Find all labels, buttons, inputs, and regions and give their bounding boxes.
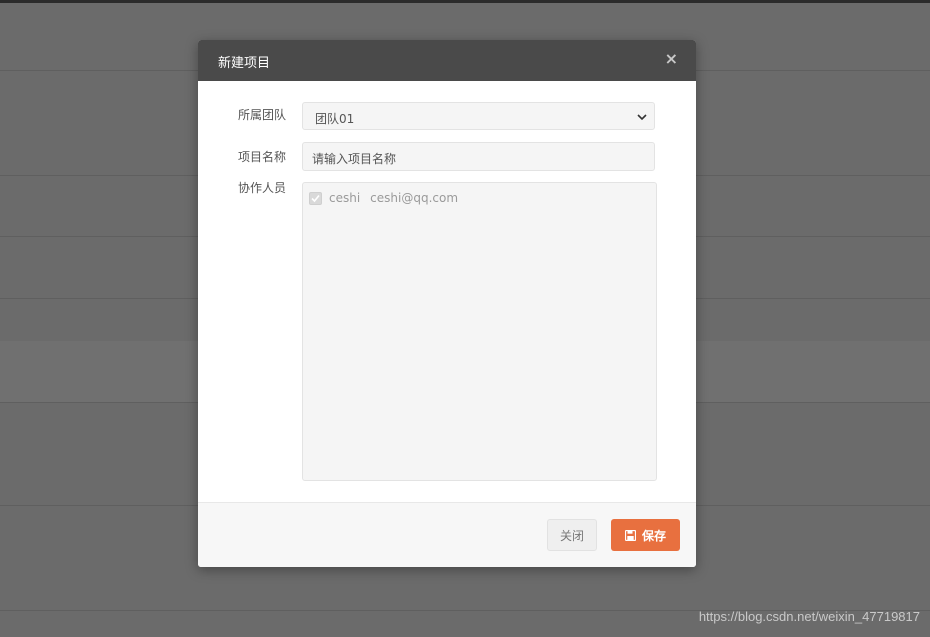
watermark: https://blog.csdn.net/weixin_47719817 [698, 609, 920, 624]
collaborators-label: 协作人员 [238, 181, 287, 195]
dialog-footer: 关闭 保存 [198, 502, 696, 567]
dialog-header: 新建项目 × [198, 40, 696, 81]
member-checkbox[interactable] [309, 191, 322, 205]
team-select-value: 团队01 [315, 112, 355, 126]
floppy-disk-icon [624, 529, 636, 541]
collaborators-list: ceshi ceshi@qq.com [302, 182, 657, 481]
dialog-title: 新建项目 [218, 56, 271, 71]
close-button[interactable]: 关闭 [547, 519, 597, 551]
new-project-dialog: 新建项目 × 所属团队 团队01 项目名称 请输入项目名称 协作人员 ceshi… [198, 40, 696, 567]
save-button[interactable]: 保存 [611, 519, 680, 551]
close-icon[interactable]: × [665, 49, 678, 69]
project-name-input[interactable]: 请输入项目名称 [302, 142, 655, 171]
check-icon [311, 194, 320, 202]
project-name-label: 项目名称 [238, 150, 287, 164]
project-name-value: 请输入项目名称 [312, 152, 397, 166]
team-select[interactable]: 团队01 [302, 102, 655, 130]
close-button-label: 关闭 [559, 528, 584, 543]
save-button-label: 保存 [641, 528, 666, 543]
team-label: 所属团队 [238, 108, 287, 122]
member-email: ceshi@qq.com [370, 191, 459, 205]
page-top-bar [0, 0, 930, 3]
list-item: ceshi ceshi@qq.com [309, 190, 458, 206]
chevron-down-icon [637, 114, 647, 121]
member-name: ceshi [329, 191, 361, 205]
